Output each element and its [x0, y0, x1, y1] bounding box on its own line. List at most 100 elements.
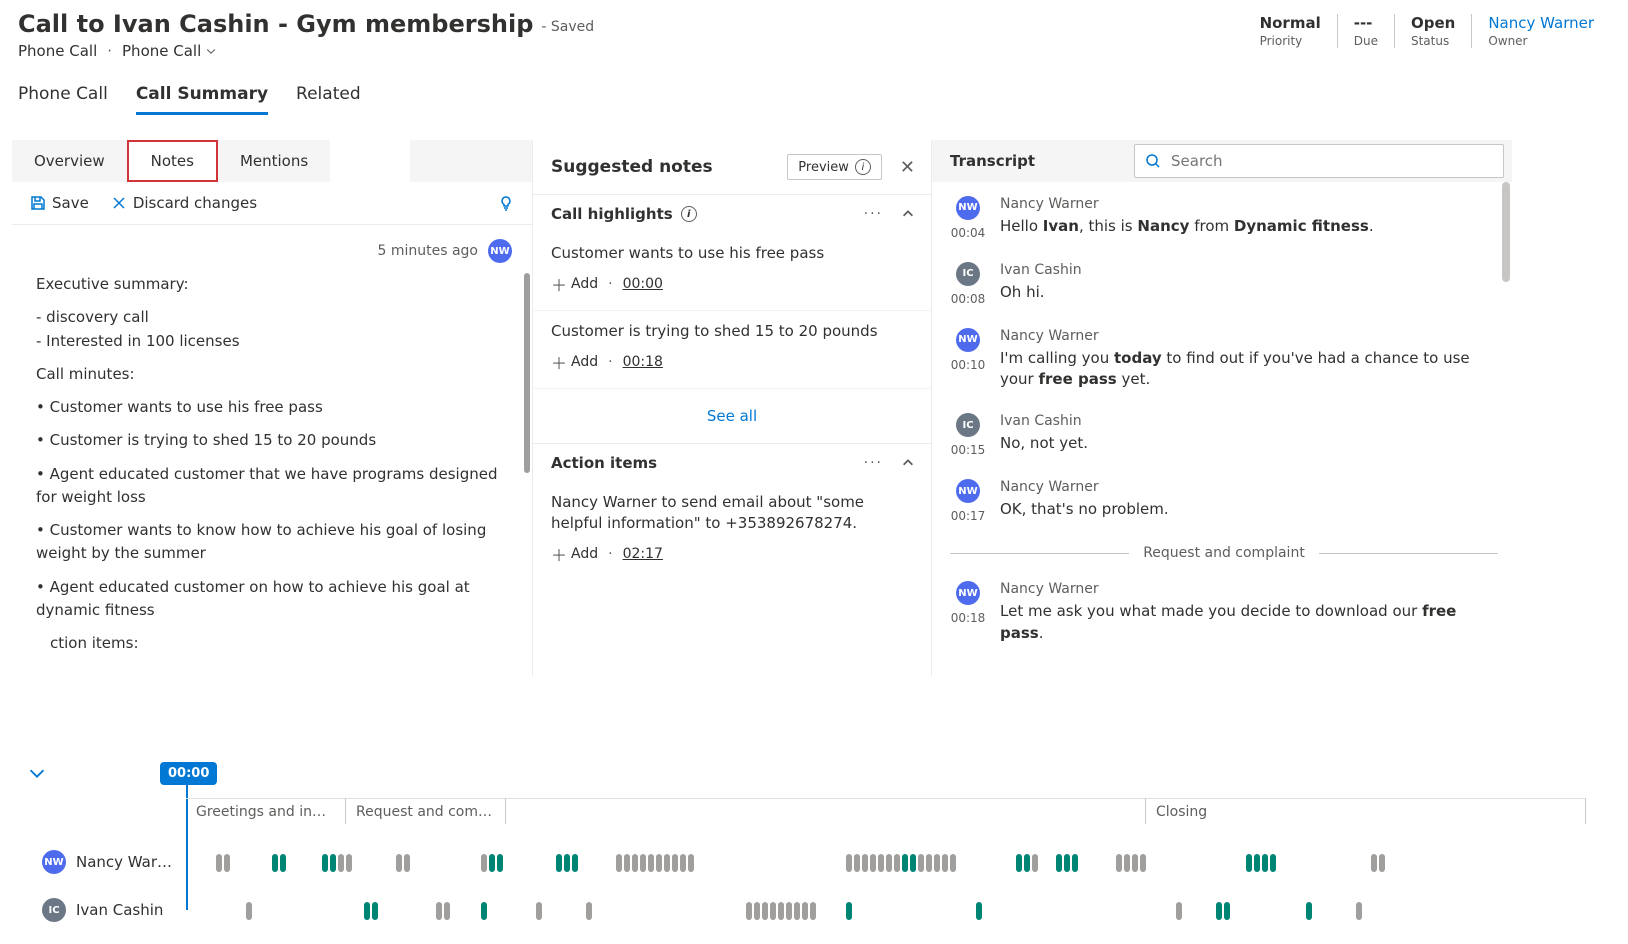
- timeline-segment[interactable]: Closing: [1146, 798, 1586, 824]
- waveform-tick: [436, 902, 442, 920]
- notes-line: - discovery call- Interested in 100 lice…: [36, 306, 508, 353]
- discard-button[interactable]: Discard changes: [111, 194, 257, 212]
- save-icon: [30, 195, 46, 211]
- subtab-notes[interactable]: Notes: [127, 140, 218, 182]
- waveform-tick: [1371, 854, 1377, 872]
- timeline-segment[interactable]: Greetings and in…: [186, 798, 346, 824]
- waveform-tick: [854, 854, 860, 872]
- timeline-segment[interactable]: Request and com…: [346, 798, 506, 824]
- more-menu[interactable]: ···: [864, 206, 883, 222]
- add-highlight-button[interactable]: ＋Add: [551, 350, 598, 374]
- notes-scrollbar[interactable]: [524, 273, 530, 473]
- timestamp-link[interactable]: 00:18: [623, 354, 663, 370]
- tab-call-summary[interactable]: Call Summary: [136, 84, 268, 115]
- waveform-tick: [346, 854, 352, 872]
- waveform-tick: [1306, 902, 1312, 920]
- speaker-row: NWNancy War…: [42, 838, 1604, 886]
- waveform-tick: [280, 854, 286, 872]
- transcript-row[interactable]: IC00:08 Ivan CashinOh hi.: [950, 262, 1498, 306]
- waveform-tick: [338, 854, 344, 872]
- waveform-tick: [802, 902, 808, 920]
- preview-button[interactable]: Preview i: [787, 154, 882, 180]
- waveform-tick: [632, 854, 638, 872]
- waveform-tick: [894, 854, 900, 872]
- transcript-row[interactable]: NW00:17 Nancy WarnerOK, that's no proble…: [950, 479, 1498, 523]
- timeline-segment[interactable]: [506, 798, 1146, 824]
- subtab-mentions[interactable]: Mentions: [218, 140, 330, 182]
- transcript-row[interactable]: NW00:10 Nancy WarnerI'm calling you toda…: [950, 328, 1498, 392]
- notes-line: • Agent educated customer on how to achi…: [36, 576, 508, 623]
- meta-value: Normal: [1260, 14, 1321, 32]
- waveform-tick: [862, 854, 868, 872]
- close-icon: [111, 195, 127, 211]
- transcript-row[interactable]: IC00:15 Ivan CashinNo, not yet.: [950, 413, 1498, 457]
- add-highlight-button[interactable]: ＋Add: [551, 272, 598, 296]
- record-header: Call to Ivan Cashin - Gym membership - S…: [0, 0, 1628, 64]
- speaker-avatar: NW: [956, 581, 980, 605]
- save-button[interactable]: Save: [30, 194, 89, 212]
- notes-line: Call minutes:: [36, 363, 508, 386]
- waveform-tick: [1032, 854, 1038, 872]
- header-meta-item[interactable]: Nancy WarnerOwner: [1472, 14, 1610, 48]
- speaker-track[interactable]: [186, 898, 1604, 922]
- form-selector[interactable]: Phone Call: [122, 42, 217, 60]
- transcript-time: 00:10: [951, 358, 986, 372]
- meta-label: Due: [1354, 34, 1378, 48]
- breadcrumb-sep: ·: [107, 42, 112, 60]
- notes-line: • Customer wants to use his free pass: [36, 396, 508, 419]
- see-all-link[interactable]: See all: [533, 389, 931, 444]
- meta-value: Open: [1411, 14, 1455, 32]
- waveform-tick: [754, 902, 760, 920]
- header-meta-item: NormalPriority: [1244, 14, 1338, 48]
- transcript-row[interactable]: NW00:18 Nancy WarnerLet me ask you what …: [950, 581, 1498, 645]
- waveform-tick: [216, 854, 222, 872]
- tab-related[interactable]: Related: [296, 84, 361, 115]
- header-meta-item: ---Due: [1338, 14, 1395, 48]
- speaker-track[interactable]: [186, 850, 1604, 874]
- notes-editor[interactable]: Executive summary: - discovery call- Int…: [12, 273, 532, 653]
- notes-line: • Customer is trying to shed 15 to 20 po…: [36, 429, 508, 452]
- notes-line: Executive summary:: [36, 273, 508, 296]
- highlight-text: Customer wants to use his free pass: [551, 243, 913, 264]
- save-status: - Saved: [541, 19, 594, 35]
- waveform-tick: [497, 854, 503, 872]
- speaker-name: Nancy Warner: [1000, 581, 1498, 597]
- transcript-row[interactable]: NW00:04 Nancy WarnerHello Ivan, this is …: [950, 196, 1498, 240]
- waveform-tick: [926, 854, 932, 872]
- waveform-tick: [878, 854, 884, 872]
- more-menu[interactable]: ···: [864, 455, 883, 471]
- timeline-collapse[interactable]: [26, 762, 48, 788]
- tab-phone-call[interactable]: Phone Call: [18, 84, 108, 115]
- search-input[interactable]: [1171, 152, 1493, 170]
- waveform-tick: [1224, 902, 1230, 920]
- collapse-icon[interactable]: [901, 207, 915, 221]
- collapse-icon[interactable]: [901, 456, 915, 470]
- waveform-tick: [1064, 854, 1070, 872]
- info-icon[interactable]: i: [681, 206, 697, 222]
- transcript-search[interactable]: [1134, 144, 1504, 178]
- waveform-tick: [786, 902, 792, 920]
- subtab-blank: [330, 140, 410, 182]
- waveform-tick: [372, 902, 378, 920]
- waveform-tick: [640, 854, 646, 872]
- transcript-panel: Transcript NW00:04 Nancy WarnerHello Iva…: [932, 140, 1512, 676]
- speaker-row: ICIvan Cashin: [42, 886, 1604, 934]
- transcript-text: Oh hi.: [1000, 282, 1498, 304]
- close-panel-button[interactable]: ✕: [900, 157, 915, 178]
- waveform-tick: [364, 902, 370, 920]
- timestamp-link[interactable]: 02:17: [623, 546, 663, 562]
- timestamp-link[interactable]: 00:00: [623, 276, 663, 292]
- subtab-overview[interactable]: Overview: [12, 140, 127, 182]
- add-action-button[interactable]: ＋Add: [551, 542, 598, 566]
- waveform-tick: [1216, 902, 1222, 920]
- waveform-tick: [586, 902, 592, 920]
- speaker-name: Nancy Warner: [1000, 196, 1498, 212]
- waveform-tick: [1132, 854, 1138, 872]
- speaker-avatar: NW: [956, 196, 980, 220]
- waveform-tick: [1056, 854, 1062, 872]
- waveform-tick: [656, 854, 662, 872]
- speaker-avatar: NW: [956, 328, 980, 352]
- transcript-scrollbar[interactable]: [1502, 182, 1510, 282]
- speaker-avatar: IC: [42, 898, 66, 922]
- lightbulb-icon[interactable]: [498, 195, 514, 211]
